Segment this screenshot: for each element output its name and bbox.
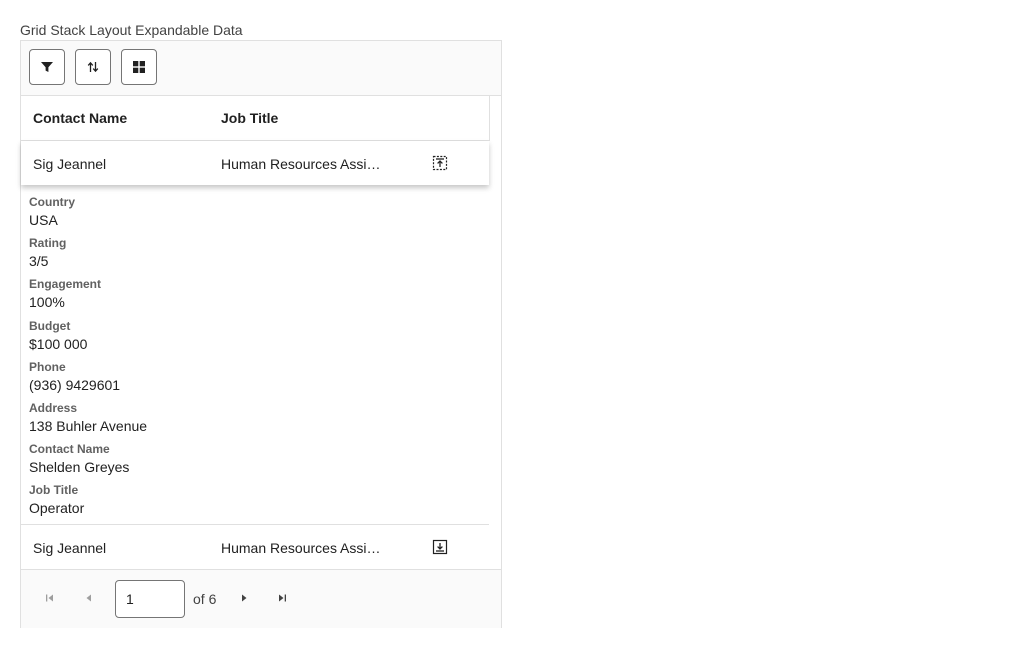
detail-value: 138 Buhler Avenue — [29, 417, 148, 434]
detail-value: (936) 9429601 — [29, 376, 121, 393]
table-row[interactable]: Sig Jeannel Human Resources Assistant IV — [21, 524, 489, 569]
detail-label: Country — [29, 195, 75, 209]
filter-button[interactable] — [29, 49, 65, 85]
layout-button[interactable] — [121, 49, 157, 85]
detail-field-rating: Rating 3/5 — [29, 234, 469, 275]
detail-value: USA — [29, 212, 58, 228]
detail-field-engagement: Engagement 100% — [29, 275, 469, 316]
detail-label: Contact Name — [29, 442, 110, 457]
expand-row-icon[interactable] — [432, 539, 448, 555]
page-count-label: of 6 — [193, 591, 217, 607]
grid-layout-icon — [133, 61, 145, 73]
filter-icon — [41, 62, 53, 72]
grid-toolbar — [21, 41, 501, 96]
detail-value: $100 000 — [29, 335, 88, 352]
detail-label: Rating — [29, 236, 67, 251]
first-page-icon[interactable] — [42, 590, 58, 606]
detail-value: 100% — [29, 294, 65, 311]
grid-header: Contact Name Job Title — [21, 96, 490, 141]
collapse-row-icon[interactable] — [432, 155, 448, 171]
detail-value: Shelden Greyes — [29, 459, 130, 476]
previous-page-icon[interactable] — [81, 590, 97, 606]
detail-field-job-title: Job Title Operator — [29, 481, 469, 522]
detail-label: Address — [29, 400, 78, 415]
table-row[interactable]: Sig Jeannel Human Resources Assistant IV — [21, 141, 489, 185]
detail-value: 3/5 — [29, 253, 49, 270]
next-page-icon[interactable] — [236, 590, 252, 606]
last-page-icon[interactable] — [274, 590, 290, 606]
sort-icon — [87, 61, 99, 73]
column-header-job-title[interactable]: Job Title — [221, 110, 278, 126]
page-number-input[interactable] — [115, 580, 185, 618]
contact-name-cell: Sig Jeannel — [33, 156, 107, 172]
detail-value: Operator — [29, 500, 85, 517]
contact-name-cell: Sig Jeannel — [33, 540, 107, 556]
detail-label: Phone — [29, 359, 66, 374]
detail-label: Job Title — [29, 483, 79, 498]
detail-field-contact-name: Contact Name Shelden Greyes — [29, 440, 469, 481]
paginator: of 6 — [21, 569, 501, 628]
job-title-cell: Human Resources Assistant IV — [221, 540, 383, 556]
column-header-contact-name[interactable]: Contact Name — [33, 110, 127, 126]
expanded-row-details: Country USA Rating 3/5 Engagement 100% B… — [29, 193, 469, 523]
detail-field-phone: Phone (936) 9429601 — [29, 358, 469, 399]
detail-label: Budget — [29, 318, 71, 333]
detail-field-country: Country USA — [29, 193, 469, 234]
grid-title: Grid Stack Layout Expandable Data — [20, 22, 243, 38]
detail-field-address: Address 138 Buhler Avenue — [29, 399, 469, 440]
data-grid: Contact Name Job Title Sig Jeannel Human… — [20, 40, 502, 628]
detail-field-budget: Budget $100 000 — [29, 317, 469, 358]
sort-button[interactable] — [75, 49, 111, 85]
job-title-cell: Human Resources Assistant IV — [221, 156, 383, 172]
detail-label: Engagement — [29, 277, 102, 292]
